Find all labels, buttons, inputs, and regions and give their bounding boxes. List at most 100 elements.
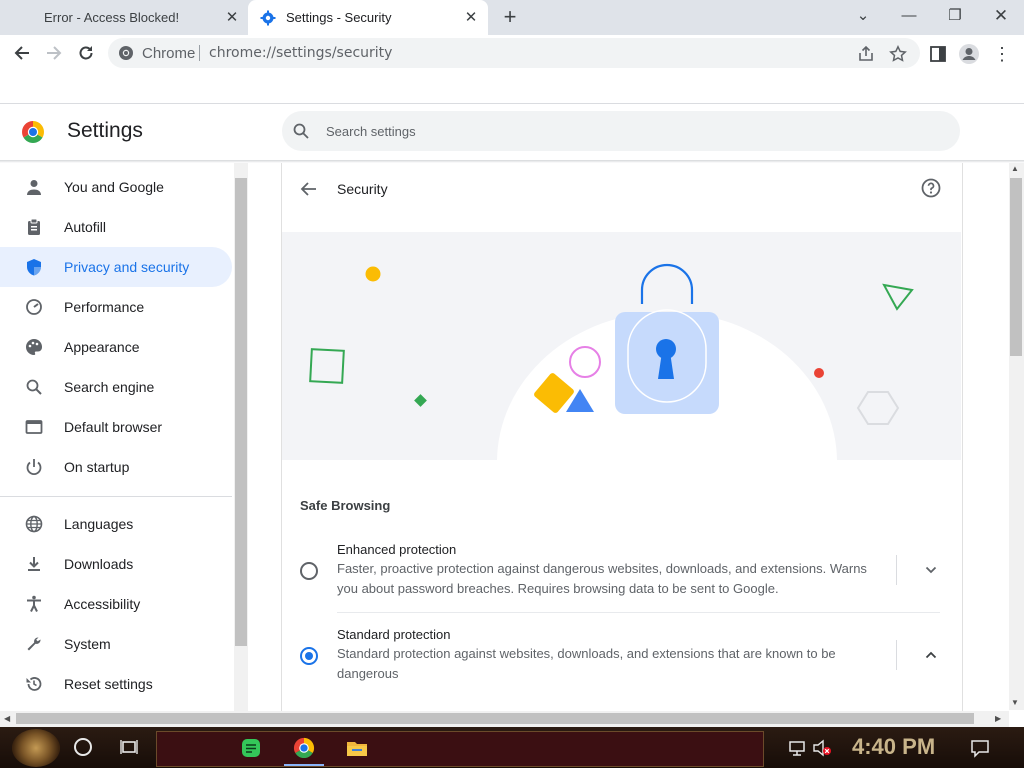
sidebar-item-label: Performance bbox=[64, 299, 145, 315]
toolbar-divider bbox=[0, 103, 1024, 104]
search-placeholder: Search settings bbox=[326, 124, 416, 139]
chrome-taskbar-icon[interactable] bbox=[293, 737, 315, 759]
minimize-icon[interactable]: — bbox=[889, 3, 929, 29]
tab-error-access-blocked[interactable]: Error - Access Blocked! ✕ bbox=[0, 0, 248, 35]
sidebar-item-default-browser[interactable]: Default browser bbox=[0, 407, 232, 447]
scroll-right-arrow-icon[interactable]: ▶ bbox=[995, 714, 1001, 723]
omnibox-divider bbox=[199, 45, 200, 61]
download-icon bbox=[24, 554, 44, 574]
sidebar-item-you-and-google[interactable]: You and Google bbox=[0, 167, 232, 207]
file-explorer-icon[interactable] bbox=[346, 738, 368, 758]
accessibility-icon bbox=[24, 594, 44, 614]
enhanced-protection-title: Enhanced protection bbox=[337, 542, 457, 557]
horizontal-scrollbar-thumb[interactable] bbox=[16, 713, 974, 724]
sidebar-item-privacy-and-security[interactable]: Privacy and security bbox=[0, 247, 232, 287]
sidebar-item-label: Languages bbox=[64, 516, 134, 532]
palette-icon bbox=[24, 337, 44, 357]
sidebar-item-system[interactable]: System bbox=[0, 624, 232, 664]
option-separator bbox=[896, 555, 897, 585]
safe-browsing-heading: Safe Browsing bbox=[300, 498, 391, 513]
active-app-indicator bbox=[284, 764, 324, 766]
sidebar-item-label: System bbox=[64, 636, 111, 652]
scroll-down-arrow-icon[interactable]: ▼ bbox=[1011, 698, 1019, 707]
wrench-icon bbox=[24, 634, 44, 654]
bookmark-star-icon[interactable] bbox=[887, 43, 909, 65]
back-arrow-icon[interactable] bbox=[9, 41, 35, 65]
sidebar-divider bbox=[0, 496, 232, 497]
network-icon[interactable] bbox=[788, 739, 806, 757]
settings-title: Settings bbox=[67, 119, 143, 142]
tab-search-chevron-icon[interactable]: ⌄ bbox=[843, 3, 883, 29]
scroll-up-arrow-icon[interactable]: ▲ bbox=[1011, 164, 1019, 173]
chrome-site-icon[interactable] bbox=[118, 45, 134, 61]
page-title: Security bbox=[337, 181, 388, 197]
chrome-logo-icon bbox=[21, 120, 45, 144]
omnibox-site-label: Chrome bbox=[142, 45, 196, 62]
sidebar-item-reset-settings[interactable]: Reset settings bbox=[0, 664, 232, 704]
sidebar-item-appearance[interactable]: Appearance bbox=[0, 327, 232, 367]
person-icon bbox=[24, 177, 44, 197]
share-icon[interactable] bbox=[855, 43, 877, 65]
browser-window-icon bbox=[24, 417, 44, 437]
tab-title: Settings - Security bbox=[286, 10, 392, 25]
start-button-icon[interactable] bbox=[12, 729, 60, 767]
sidebar-item-label: On startup bbox=[64, 459, 130, 475]
search-icon bbox=[24, 377, 44, 397]
omnibox-url[interactable]: chrome://settings/security bbox=[209, 45, 392, 61]
sidebar-item-label: You and Google bbox=[64, 179, 164, 195]
standard-protection-radio[interactable] bbox=[300, 647, 318, 665]
page-scrollbar-thumb[interactable] bbox=[1010, 178, 1022, 356]
reload-icon[interactable] bbox=[73, 41, 99, 65]
option-separator bbox=[896, 640, 897, 670]
help-icon[interactable] bbox=[920, 177, 942, 199]
profile-avatar-icon[interactable] bbox=[958, 43, 980, 65]
action-center-icon[interactable] bbox=[970, 738, 990, 758]
sidebar-scrollbar-thumb[interactable] bbox=[235, 178, 247, 646]
sidebar-item-label: Downloads bbox=[64, 556, 134, 572]
task-view-icon[interactable] bbox=[120, 737, 140, 757]
expand-chevron-down-icon[interactable] bbox=[920, 559, 942, 581]
sidebar-item-autofill[interactable]: Autofill bbox=[0, 207, 232, 247]
cortana-circle-icon[interactable] bbox=[74, 738, 92, 756]
sidebar-item-languages[interactable]: Languages bbox=[0, 504, 232, 544]
notes-app-icon[interactable] bbox=[240, 737, 262, 759]
back-arrow-icon[interactable] bbox=[298, 178, 320, 200]
tab-settings-security[interactable]: Settings - Security ✕ bbox=[248, 0, 488, 35]
scroll-left-arrow-icon[interactable]: ◀ bbox=[4, 714, 10, 723]
speedometer-icon bbox=[24, 297, 44, 317]
shield-icon bbox=[24, 257, 44, 277]
tab-close-icon[interactable]: ✕ bbox=[223, 9, 241, 27]
standard-protection-title: Standard protection bbox=[337, 627, 451, 642]
enhanced-protection-radio[interactable] bbox=[300, 562, 318, 580]
tab-close-icon[interactable]: ✕ bbox=[462, 9, 480, 27]
new-tab-plus-icon[interactable]: + bbox=[498, 5, 522, 29]
globe-icon bbox=[24, 514, 44, 534]
option-divider bbox=[337, 612, 940, 613]
sidebar-item-label: Search engine bbox=[64, 379, 155, 395]
tab-title: Error - Access Blocked! bbox=[44, 10, 180, 25]
enhanced-protection-description: Faster, proactive protection against dan… bbox=[337, 561, 867, 596]
window-close-icon[interactable]: ✕ bbox=[981, 3, 1021, 29]
settings-gear-icon bbox=[260, 10, 276, 26]
sidebar-item-label: Appearance bbox=[64, 339, 140, 355]
sidebar-item-label: Default browser bbox=[64, 419, 163, 435]
forward-arrow-icon[interactable] bbox=[41, 41, 67, 65]
volume-muted-icon[interactable] bbox=[812, 739, 832, 757]
sidebar-item-accessibility[interactable]: Accessibility bbox=[0, 584, 232, 624]
collapse-chevron-up-icon[interactable] bbox=[920, 644, 942, 666]
search-icon bbox=[292, 122, 310, 140]
sidebar-item-search-engine[interactable]: Search engine bbox=[0, 367, 232, 407]
sidebar-item-performance[interactable]: Performance bbox=[0, 287, 232, 327]
more-menu-icon[interactable]: ⋮ bbox=[991, 43, 1013, 65]
taskbar-clock[interactable]: 4:40 PM bbox=[852, 734, 935, 760]
power-icon bbox=[24, 457, 44, 477]
sidebar-item-label: Accessibility bbox=[64, 596, 141, 612]
side-panel-icon[interactable] bbox=[927, 43, 949, 65]
security-illustration bbox=[282, 232, 961, 460]
sidebar-item-label: Autofill bbox=[64, 219, 107, 235]
restore-icon[interactable]: ❐ bbox=[935, 3, 975, 29]
sidebar-item-label: Privacy and security bbox=[64, 259, 190, 275]
sidebar-item-downloads[interactable]: Downloads bbox=[0, 544, 232, 584]
clipboard-icon bbox=[24, 217, 44, 237]
sidebar-item-on-startup[interactable]: On startup bbox=[0, 447, 232, 487]
